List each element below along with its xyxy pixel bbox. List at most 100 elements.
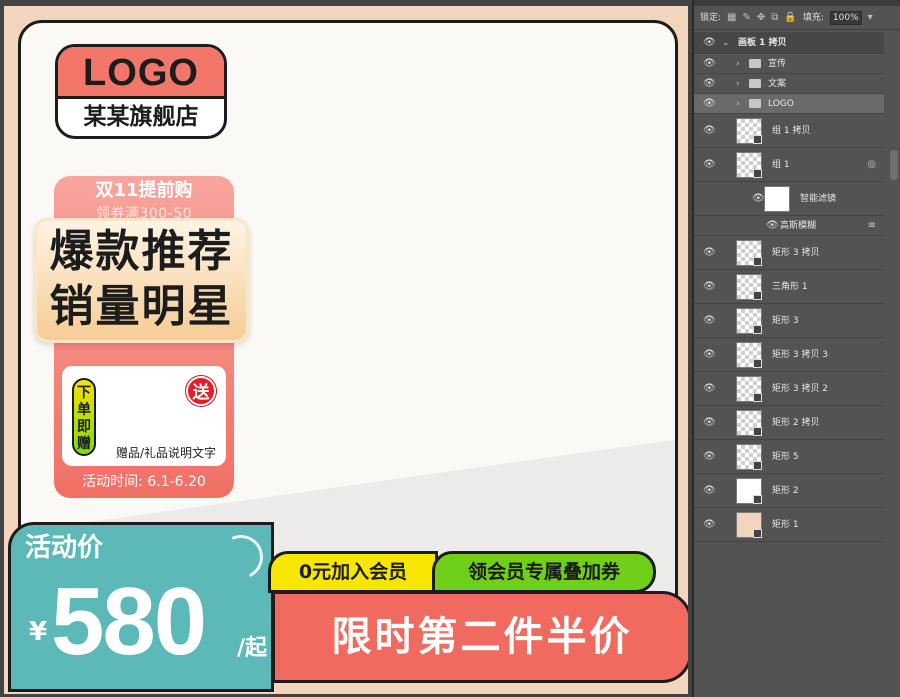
layer-name: 智能滤镜 <box>800 193 837 204</box>
scrollbar[interactable] <box>890 150 898 180</box>
headline-line-1: 爆款推荐 <box>49 226 234 277</box>
layer-row[interactable]: 👁 组 1 ◎ <box>694 148 884 182</box>
smart-object-icon <box>753 134 762 144</box>
layer-row[interactable]: 👁 三角形 1 <box>694 270 884 304</box>
layer-row[interactable]: 👁 矩形 3 拷贝 3 <box>694 338 884 372</box>
layer-row[interactable]: 👁 矩形 2 拷贝 <box>694 406 884 440</box>
layer-thumbnail <box>736 477 762 504</box>
headline-line-2: 销量明星 <box>49 281 234 332</box>
fill-label: 填充: <box>802 12 824 23</box>
eye-icon[interactable]: 👁 <box>703 281 716 293</box>
layer-row[interactable]: 👁 矩形 2 <box>694 474 884 508</box>
smart-object-icon <box>753 426 762 436</box>
smart-object-icon <box>753 528 762 538</box>
layer-row[interactable]: 👁 矩形 3 拷贝 2 <box>694 372 884 406</box>
filter-mask-thumbnail <box>764 185 790 212</box>
logo-block: LOGO 某某旗舰店 <box>55 44 227 139</box>
layer-list: 👁 ⌄ 画板 1 拷贝 👁 › 宣传 👁 › 文案 👁 › LOGO 👁 组 1… <box>694 32 884 542</box>
promo-title: 双11提前购 <box>95 180 193 201</box>
gift-pill-char: 单 <box>77 402 91 418</box>
shine-decoration <box>212 528 270 586</box>
eye-icon[interactable]: 👁 <box>703 315 716 327</box>
price-value: 580 <box>51 568 207 675</box>
layer-thumbnail <box>736 307 762 334</box>
smart-filter-icon: ◎ <box>867 158 876 170</box>
eye-icon[interactable]: 👁 <box>703 58 716 70</box>
layer-name: 矩形 5 <box>772 451 799 462</box>
layer-row[interactable]: 👁 › 宣传 <box>694 54 884 74</box>
layer-row[interactable]: 👁 组 1 拷贝 <box>694 114 884 148</box>
layer-row-selected[interactable]: 👁 › LOGO <box>694 94 884 114</box>
layer-row[interactable]: 👁 矩形 5 <box>694 440 884 474</box>
layer-name: 矩形 2 拷贝 <box>772 417 820 428</box>
eye-icon[interactable]: 👁 <box>703 247 716 259</box>
price-box: 活动价 ¥ 580 /起 <box>8 522 274 692</box>
layer-name: 画板 1 拷贝 <box>738 37 787 48</box>
layer-name: 矩形 2 <box>772 485 799 496</box>
layer-thumbnail <box>736 151 762 178</box>
lock-brush-icon[interactable]: ✎ <box>743 12 751 24</box>
gift-pill: 下 单 即 赠 <box>72 378 96 456</box>
layer-name: 矩形 3 拷贝 2 <box>772 383 829 394</box>
chevron-down-icon[interactable]: ⌄ <box>722 37 730 49</box>
chevron-right-icon[interactable]: › <box>736 58 740 70</box>
smart-object-icon <box>753 290 762 300</box>
eye-icon[interactable]: 👁 <box>703 98 716 110</box>
smart-object-icon <box>753 460 762 470</box>
eye-icon[interactable]: 👁 <box>703 451 716 463</box>
layer-name: 矩形 3 <box>772 315 799 326</box>
eye-icon[interactable]: 👁 <box>703 159 716 171</box>
layer-row[interactable]: 👁 矩形 1 <box>694 508 884 542</box>
lock-all-icon[interactable]: 🔒 <box>784 12 796 24</box>
eye-icon[interactable]: 👁 <box>703 417 716 429</box>
lock-move-icon[interactable]: ✥ <box>757 12 765 24</box>
lock-artboard-icon[interactable]: ⧉ <box>771 12 778 24</box>
layer-name: 高斯模糊 <box>780 220 817 231</box>
eye-icon[interactable]: 👁 <box>752 193 765 205</box>
lock-label: 锁定: <box>700 12 722 23</box>
smart-object-icon <box>753 324 762 334</box>
chevron-right-icon[interactable]: › <box>736 78 740 90</box>
smart-object-icon <box>753 256 762 266</box>
folder-icon <box>749 59 761 68</box>
artboard[interactable]: LOGO 某某旗舰店 双11提前购 领券满300-50 下 单 即 赠 送 赠品… <box>4 6 688 694</box>
store-name: 某某旗舰店 <box>83 104 199 130</box>
eye-icon[interactable]: 👁 <box>766 220 779 232</box>
folder-icon <box>749 99 761 108</box>
smart-object-icon <box>753 358 762 368</box>
eye-icon[interactable]: 👁 <box>703 383 716 395</box>
lock-transparent-icon[interactable]: ▦ <box>727 12 736 24</box>
eye-icon[interactable]: 👁 <box>703 349 716 361</box>
layer-row[interactable]: 👁 › 文案 <box>694 74 884 94</box>
price-currency: ¥ <box>29 617 48 647</box>
filter-options-icon[interactable]: ≡ <box>868 220 876 232</box>
gift-pill-char: 赠 <box>77 436 91 452</box>
gift-pill-char: 即 <box>77 419 91 435</box>
eye-icon[interactable]: 👁 <box>703 78 716 90</box>
eye-icon[interactable]: 👁 <box>703 485 716 497</box>
fill-input[interactable]: 100% <box>829 10 862 25</box>
layer-thumbnail <box>736 239 762 266</box>
layer-row[interactable]: 👁 ⌄ 画板 1 拷贝 <box>694 32 884 54</box>
smart-object-icon <box>753 392 762 402</box>
chevron-down-icon[interactable]: ▾ <box>868 12 873 24</box>
coupon-badge: 领会员专属叠加券 <box>432 551 656 593</box>
layer-thumbnail <box>736 273 762 300</box>
document-canvas[interactable]: LOGO 某某旗舰店 双11提前购 领券满300-50 下 单 即 赠 送 赠品… <box>0 0 692 697</box>
layer-name: 矩形 3 拷贝 <box>772 247 820 258</box>
layer-row[interactable]: 👁 矩形 3 <box>694 304 884 338</box>
chevron-right-icon[interactable]: › <box>736 98 740 110</box>
eye-icon[interactable]: 👁 <box>703 519 716 531</box>
layer-thumbnail <box>736 117 762 144</box>
promo-time: 活动时间: 6.1-6.20 <box>82 474 206 490</box>
promo-banner: 限时第二件半价 <box>272 591 688 683</box>
eye-icon[interactable]: 👁 <box>703 125 716 137</box>
layer-thumbnail <box>736 375 762 402</box>
gift-badge: 送 <box>186 376 216 406</box>
layer-row[interactable]: 👁 高斯模糊 ≡ <box>694 216 884 236</box>
eye-icon[interactable]: 👁 <box>703 37 716 49</box>
price-unit: /起 <box>237 636 268 661</box>
layer-row[interactable]: 👁 智能滤镜 <box>694 182 884 216</box>
smart-object-icon <box>753 494 762 504</box>
layer-row[interactable]: 👁 矩形 3 拷贝 <box>694 236 884 270</box>
